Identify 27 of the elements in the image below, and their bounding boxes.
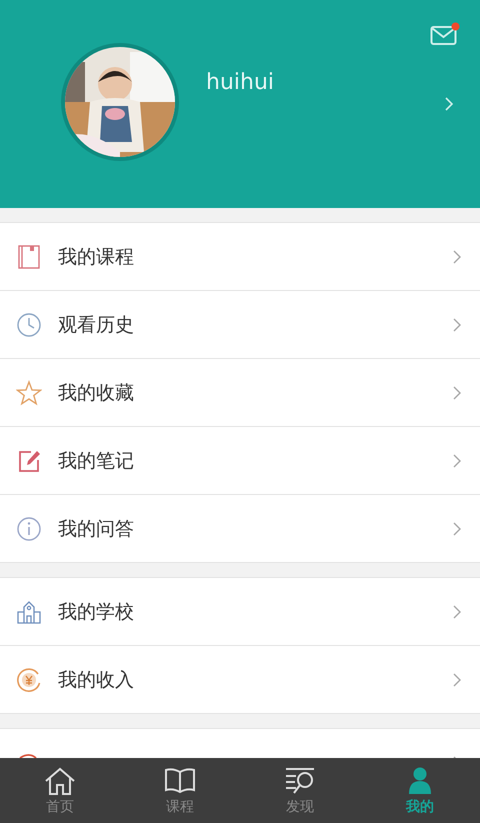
menu-label: 我的学校 (58, 600, 135, 624)
home-icon (43, 766, 77, 796)
menu-label: 我的问答 (58, 516, 135, 542)
menu-label: 我的课程 (58, 244, 135, 270)
chevron-icon (452, 316, 462, 332)
chevron-icon[interactable] (444, 96, 454, 112)
chevron-icon (452, 604, 462, 620)
book-icon (163, 766, 197, 796)
chevron-icon (452, 248, 462, 264)
search-list-icon (283, 766, 317, 796)
chevron-icon (452, 452, 462, 468)
menu-label: 观看历史 (58, 312, 135, 338)
yuan-coin-icon (16, 666, 42, 692)
menu-label: 我的收入 (58, 668, 135, 692)
info-icon (16, 516, 42, 542)
chevron-icon (452, 520, 462, 536)
mail-icon[interactable] (430, 22, 460, 46)
chevron-icon (452, 672, 462, 688)
tab[interactable]: 我的 (360, 758, 480, 823)
menu-label: 我的笔记 (58, 448, 135, 474)
menu-label: 我的收藏 (58, 380, 135, 406)
building-icon (16, 598, 42, 624)
book-icon (16, 244, 42, 270)
clock-icon (16, 312, 42, 338)
username: huihui (206, 70, 275, 95)
star-icon (16, 380, 42, 406)
chevron-icon (452, 384, 462, 400)
